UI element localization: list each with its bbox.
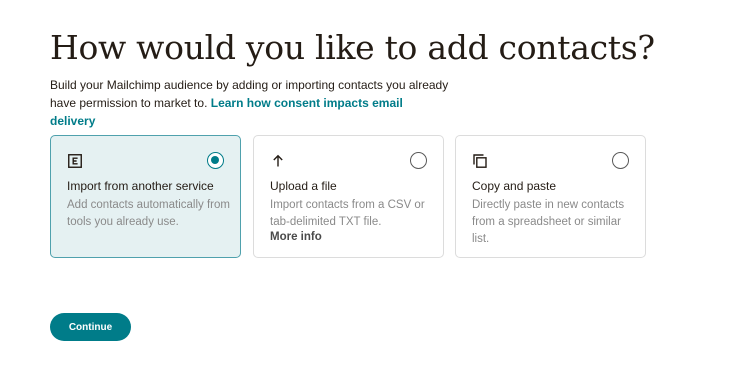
option-title: Upload a file [270,179,337,193]
option-card-import-service[interactable]: Import from another service Add contacts… [50,135,241,258]
upload-arrow-icon [271,154,285,168]
import-service-icon [68,154,82,168]
option-title: Import from another service [67,179,214,193]
option-card-copy-paste[interactable]: Copy and paste Directly paste in new con… [455,135,646,258]
option-radio-upload-file[interactable] [410,152,427,169]
option-description: Directly paste in new contacts from a sp… [472,199,625,245]
option-description: Import contacts from a CSV or tab-delimi… [270,199,425,228]
page-title: How would you like to add contacts? [50,28,655,67]
option-radio-copy-paste[interactable] [612,152,629,169]
option-radio-import-service[interactable] [207,152,224,169]
copy-icon [473,154,487,168]
option-description: Add contacts automatically from tools yo… [67,199,230,228]
intro-text: Build your Mailchimp audience by adding … [50,76,450,130]
more-info-link[interactable]: More info [270,229,322,245]
continue-button[interactable]: Continue [50,313,131,341]
option-title: Copy and paste [472,179,557,193]
option-card-upload-file[interactable]: Upload a file Import contacts from a CSV… [253,135,444,258]
